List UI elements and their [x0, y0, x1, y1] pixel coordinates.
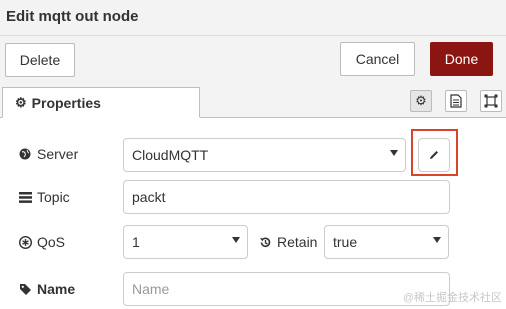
topic-label-text: Topic	[37, 189, 70, 205]
tag-icon	[18, 283, 32, 296]
retain-select[interactable]: true	[324, 225, 449, 259]
chevron-down-icon	[390, 150, 398, 156]
chevron-down-icon	[433, 237, 441, 243]
topic-input[interactable]: packt	[123, 180, 450, 214]
retain-label-text: Retain	[277, 234, 318, 250]
edit-server-button[interactable]	[418, 138, 450, 172]
server-select[interactable]: CloudMQTT	[123, 138, 406, 172]
cancel-button[interactable]: Cancel	[340, 42, 415, 76]
server-select-value: CloudMQTT	[132, 147, 209, 163]
document-icon	[450, 94, 462, 108]
dialog-titlebar: Edit mqtt out node	[0, 0, 506, 36]
retain-label: Retain	[258, 232, 317, 252]
watermark: @稀土掘金技术社区	[402, 292, 502, 304]
tab-appearance-icon-button[interactable]	[480, 90, 502, 112]
tab-properties-label: Properties	[31, 94, 101, 111]
done-button[interactable]: Done	[430, 42, 493, 76]
dialog-title: Edit mqtt out node	[6, 8, 139, 25]
tab-properties[interactable]: ⚙ Properties	[2, 87, 200, 118]
name-input[interactable]: Name	[123, 272, 450, 306]
qos-select[interactable]: 1	[123, 225, 248, 259]
qos-select-value: 1	[132, 234, 140, 250]
retain-select-value: true	[333, 234, 358, 250]
name-label-text: Name	[37, 281, 76, 297]
asterisk-circle-icon	[18, 235, 32, 249]
tasks-icon	[18, 191, 32, 203]
pencil-icon	[430, 151, 438, 159]
name-label: Name	[18, 279, 75, 299]
frame-icon	[484, 94, 498, 108]
topic-input-value: packt	[132, 189, 166, 205]
qos-label-text: QoS	[37, 234, 66, 250]
server-label: Server	[18, 144, 78, 164]
delete-button[interactable]: Delete	[5, 43, 75, 77]
chevron-down-icon	[232, 237, 240, 243]
globe-icon	[18, 148, 32, 160]
tab-description-icon-button[interactable]	[445, 90, 467, 112]
tab-settings-icon-button[interactable]: ⚙	[410, 90, 432, 112]
topic-label: Topic	[18, 187, 70, 207]
name-input-placeholder: Name	[132, 281, 170, 297]
qos-label: QoS	[18, 232, 65, 252]
server-label-text: Server	[37, 146, 79, 162]
gear-icon: ⚙	[15, 94, 27, 110]
gear-icon: ⚙	[415, 93, 427, 108]
history-icon	[258, 236, 272, 249]
